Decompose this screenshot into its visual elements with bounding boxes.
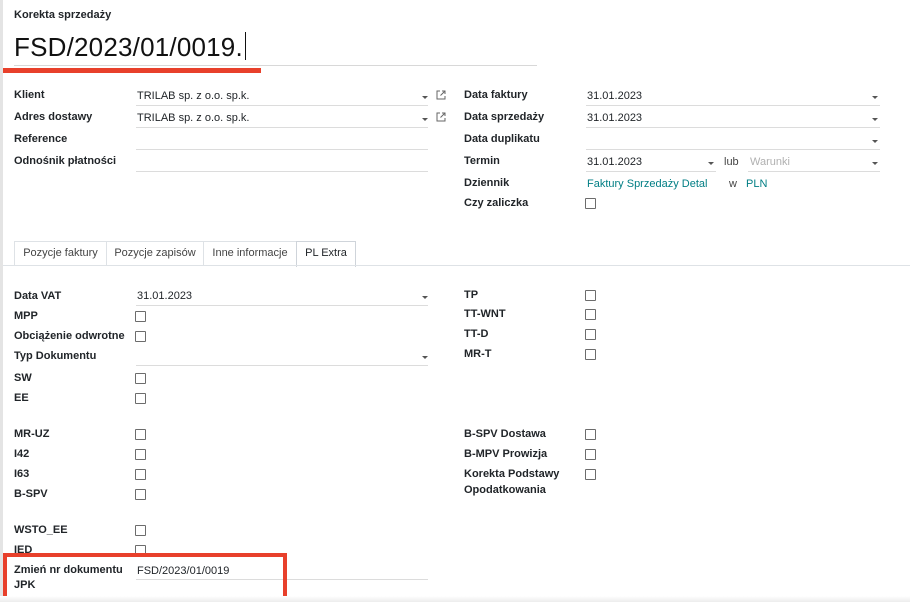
external-link-icon[interactable]: [436, 112, 446, 122]
chevron-down-icon[interactable]: [422, 118, 428, 121]
adres-underline: [136, 127, 428, 128]
b-spv-label: B-SPV: [14, 488, 48, 500]
currency-link[interactable]: PLN: [746, 178, 767, 190]
document-name-input[interactable]: FSD/2023/01/0019.: [14, 32, 246, 63]
typ-dokumentu-label: Typ Dokumentu: [14, 350, 97, 362]
sw-checkbox[interactable]: [135, 373, 146, 384]
mr-t-checkbox[interactable]: [585, 349, 596, 360]
tt-d-label: TT-D: [464, 328, 489, 340]
korekta-podstawy-label-line2: Opodatkowania: [464, 484, 546, 496]
chevron-down-icon[interactable]: [422, 356, 428, 359]
warunki-underline: [748, 171, 880, 172]
obciazenie-odwrotne-label: Obciążenie odwrotne: [14, 330, 125, 342]
data-faktury-label: Data faktury: [464, 89, 528, 101]
b-spv-checkbox[interactable]: [135, 489, 146, 500]
data-vat-underline: [136, 305, 428, 306]
i42-label: I42: [14, 448, 30, 460]
chevron-down-icon[interactable]: [872, 96, 878, 99]
data-faktury-input[interactable]: 31.01.2023: [587, 90, 642, 102]
reference-underline: [136, 149, 428, 150]
chevron-down-icon[interactable]: [872, 118, 878, 121]
document-name-field[interactable]: FSD/2023/01/0019.: [14, 30, 537, 66]
klient-underline: [136, 105, 428, 106]
i63-checkbox[interactable]: [135, 469, 146, 480]
sw-label: SW: [14, 372, 32, 384]
dziennik-in-text: w: [729, 178, 737, 190]
i42-checkbox[interactable]: [135, 449, 146, 460]
mpp-checkbox[interactable]: [135, 311, 146, 322]
czy-zaliczka-checkbox[interactable]: [585, 198, 596, 209]
ee-checkbox[interactable]: [135, 393, 146, 404]
window-left-border: [0, 0, 3, 602]
termin-label: Termin: [464, 155, 500, 167]
chevron-down-icon[interactable]: [422, 96, 428, 99]
b-mpv-prowizja-label: B-MPV Prowizja: [464, 448, 548, 460]
data-faktury-underline: [586, 105, 880, 106]
adres-dostawy-input[interactable]: TRILAB sp. z o.o. sp.k.: [137, 112, 250, 124]
dziennik-link[interactable]: Faktury Sprzedaży Detal: [587, 178, 707, 190]
data-vat-label: Data VAT: [14, 290, 62, 302]
data-vat-input[interactable]: 31.01.2023: [137, 290, 192, 302]
wsto-ee-label: WSTO_EE: [14, 524, 68, 536]
termin-date-input[interactable]: 31.01.2023: [587, 156, 642, 168]
i63-label: I63: [14, 468, 30, 480]
b-spv-dostawa-checkbox[interactable]: [585, 429, 596, 440]
mr-uz-label: MR-UZ: [14, 428, 50, 440]
data-sprzedazy-input[interactable]: 31.01.2023: [587, 112, 642, 124]
highlight-underline: [3, 68, 261, 73]
klient-input[interactable]: TRILAB sp. z o.o. sp.k.: [137, 90, 250, 102]
tab-pl-extra[interactable]: PL Extra: [296, 241, 356, 267]
b-mpv-prowizja-checkbox[interactable]: [585, 449, 596, 460]
tab-pozycje-zapisow[interactable]: Pozycje zapisów: [106, 241, 204, 266]
tab-divider: [3, 265, 910, 266]
chevron-down-icon[interactable]: [708, 162, 714, 165]
data-duplikatu-underline: [586, 149, 880, 150]
ee-label: EE: [14, 392, 29, 404]
tt-d-checkbox[interactable]: [585, 329, 596, 340]
typ-dokumentu-underline: [136, 365, 428, 366]
korekta-podstawy-checkbox[interactable]: [585, 469, 596, 480]
data-sprzedazy-underline: [586, 127, 880, 128]
mpp-label: MPP: [14, 310, 38, 322]
data-duplikatu-label: Data duplikatu: [464, 133, 540, 145]
tt-wnt-label: TT-WNT: [464, 308, 506, 320]
b-spv-dostawa-label: B-SPV Dostawa: [464, 428, 546, 440]
external-link-icon[interactable]: [436, 90, 446, 100]
chevron-down-icon[interactable]: [422, 296, 428, 299]
klient-label: Klient: [14, 89, 45, 101]
warunki-select[interactable]: Warunki: [750, 156, 790, 168]
mr-uz-checkbox[interactable]: [135, 429, 146, 440]
odnosnik-platnosci-label: Odnośnik płatności: [14, 155, 117, 167]
termin-or-text: lub: [724, 156, 739, 168]
mr-t-label: MR-T: [464, 348, 492, 360]
tab-pozycje-faktury[interactable]: Pozycje faktury: [14, 241, 107, 266]
tp-checkbox[interactable]: [585, 290, 596, 301]
document-type-label: Korekta sprzedaży: [14, 9, 112, 21]
czy-zaliczka-label: Czy zaliczka: [464, 197, 529, 209]
adres-dostawy-label: Adres dostawy: [14, 111, 93, 123]
chevron-down-icon[interactable]: [872, 140, 878, 143]
reference-label: Reference: [14, 133, 68, 145]
data-sprzedazy-label: Data sprzedaży: [464, 111, 545, 123]
obciazenie-odwrotne-checkbox[interactable]: [135, 331, 146, 342]
tt-wnt-checkbox[interactable]: [585, 309, 596, 320]
korekta-podstawy-label-line1: Korekta Podstawy: [464, 468, 560, 480]
dziennik-label: Dziennik: [464, 177, 510, 189]
highlight-box: [3, 553, 287, 600]
tp-label: TP: [464, 289, 479, 301]
chevron-down-icon[interactable]: [872, 162, 878, 165]
wsto-ee-checkbox[interactable]: [135, 525, 146, 536]
termin-underline: [586, 171, 716, 172]
odnosnik-underline: [136, 171, 428, 172]
bottom-shadow: [0, 596, 910, 602]
tab-inne-informacje[interactable]: Inne informacje: [203, 241, 297, 266]
